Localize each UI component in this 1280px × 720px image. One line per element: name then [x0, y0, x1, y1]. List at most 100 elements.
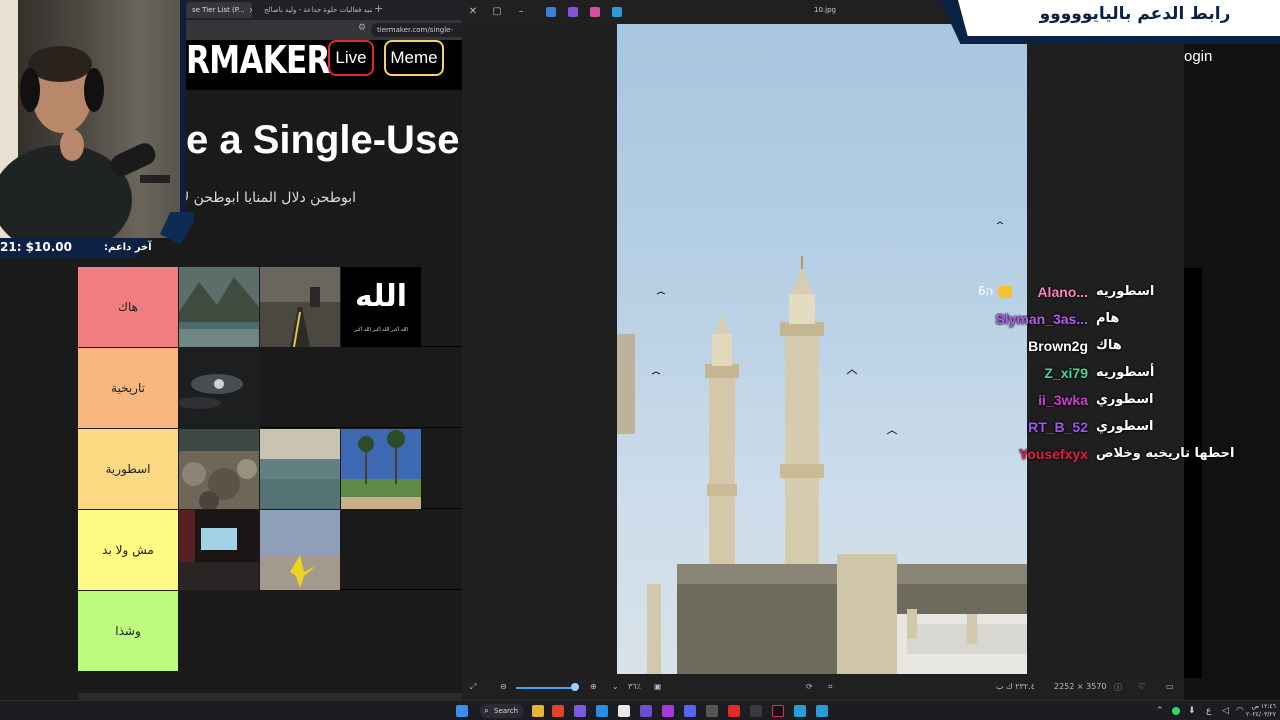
app-icon[interactable]: [574, 705, 586, 717]
tier-label[interactable]: هاك: [78, 267, 178, 347]
webcam-feed: [0, 0, 186, 238]
zoom-out-icon[interactable]: ⊖: [500, 682, 507, 691]
start-icon[interactable]: [456, 705, 468, 717]
tier-list: هاك الله الله أكبر الله أكبر الله أكبر ت…: [78, 267, 462, 675]
zoom-in-icon[interactable]: ⊕: [590, 682, 597, 691]
image-dimensions: 2252 × 3570: [1054, 682, 1107, 691]
streamer-image: [0, 0, 170, 238]
close-icon[interactable]: ✕: [466, 5, 480, 19]
tier-label[interactable]: مش ولا بد: [78, 510, 178, 590]
chat-username: Yousefxyx: [1019, 446, 1088, 462]
url-input[interactable]: tiermaker.com/single-: [371, 23, 462, 37]
site-settings-icon[interactable]: ⚙: [358, 23, 366, 33]
taskbar-clock[interactable]: ١٢:٤٦ ص ٢٠٢٤/٠٣/٢٧: [1246, 703, 1276, 719]
tier-item-sea[interactable]: [260, 429, 340, 509]
zoom-level[interactable]: ٣٦٪: [628, 682, 641, 691]
takbir-text: الله أكبر الله أكبر الله أكبر: [354, 327, 408, 333]
palm-trees-image: [341, 429, 421, 509]
tiktok-icon[interactable]: [772, 705, 784, 717]
tier-item-cinema[interactable]: [179, 510, 259, 590]
photos-app-icon[interactable]: [612, 7, 622, 17]
maximize-icon[interactable]: ▢: [490, 5, 504, 19]
tier-item-flower[interactable]: [260, 510, 340, 590]
tier-row: هاك الله الله أكبر الله أكبر الله أكبر: [78, 267, 462, 347]
tab-label: نشيد فعاليات حلوة جداعة - وليد باصالح: [264, 6, 372, 14]
chat-message: Yousefxyx احطها تاريخيه وخلاص: [968, 442, 1238, 466]
tier-row: مش ولا بد: [78, 510, 462, 590]
chat-message: RT_B_52 اسطوري: [968, 415, 1238, 439]
designer-icon[interactable]: [590, 7, 600, 17]
chat-message: Brown2g هاك: [968, 334, 1238, 358]
tier-item-palms[interactable]: [341, 429, 421, 509]
tier-row: تاريخية: [78, 348, 462, 428]
kaaba-minarets-photo: [617, 24, 1027, 674]
file-explorer-icon[interactable]: [532, 705, 544, 717]
chat-text: هاك: [1096, 338, 1122, 353]
tray-app-icon[interactable]: ع: [1206, 705, 1218, 717]
zoom-slider-knob[interactable]: [571, 683, 579, 691]
obs-icon[interactable]: [662, 705, 674, 717]
onedrive-icon[interactable]: [546, 7, 556, 17]
tier-row: وشذا: [78, 591, 462, 671]
rainy-road-image: [260, 267, 340, 347]
minimize-icon[interactable]: –: [514, 5, 528, 19]
donor-amount: 21: $10.00: [0, 240, 72, 254]
clock-time: ١٢:٤٦ ص: [1251, 703, 1276, 710]
fit-icon[interactable]: ▣: [654, 682, 662, 691]
taskbar: Search ⌃ ⬇ ع ◁ ◠ ١٢:٤٦ ص ٢٠٢٤/٠٣/٢٧: [0, 700, 1280, 720]
webcam-frame: [180, 0, 186, 238]
close-tab-icon[interactable]: ✕: [249, 6, 252, 15]
tier-item-rocks[interactable]: [179, 429, 259, 509]
live-button[interactable]: Live: [328, 40, 374, 76]
chat-username: Brown2g: [1028, 338, 1088, 354]
fullscreen-icon[interactable]: ⤢: [470, 682, 476, 692]
rotate-icon[interactable]: ⟳: [806, 682, 813, 691]
volume-icon[interactable]: ◁: [1222, 705, 1234, 717]
filmstrip-icon[interactable]: ▭: [1166, 682, 1174, 691]
zoom-dropdown-icon[interactable]: ⌄: [612, 682, 619, 691]
chat-username: Z_xi79: [1044, 365, 1088, 381]
night-sky-image: [179, 348, 259, 428]
tier-item-night-moon[interactable]: [179, 348, 259, 428]
tab-tier-list[interactable]: se Tier List (P... ✕: [186, 2, 252, 18]
login-link[interactable]: ogin: [1184, 48, 1212, 65]
photos-taskbar-icon[interactable]: [816, 705, 828, 717]
info-icon[interactable]: ⓘ: [1114, 682, 1122, 693]
crop-icon[interactable]: ⌗: [828, 682, 833, 692]
discord-icon[interactable]: [684, 705, 696, 717]
desktop: se Tier List (P... ✕ نشيد فعاليات حلوة ج…: [0, 0, 1280, 720]
tab-youtube[interactable]: نشيد فعاليات حلوة جداعة - وليد باصالح: [254, 2, 372, 18]
calm-sea-image: [260, 429, 340, 509]
tray-app-icon[interactable]: ⬇: [1188, 705, 1200, 717]
taskbar-search[interactable]: Search: [480, 704, 524, 718]
unranked-strip: [78, 693, 462, 700]
subscriber-badge-icon: [998, 286, 1012, 298]
donor-label: آخر داعم:: [104, 242, 152, 253]
meme-button[interactable]: Meme: [384, 40, 444, 76]
app-icon[interactable]: [794, 705, 806, 717]
favorite-icon[interactable]: ♡: [1138, 682, 1145, 691]
tier-label[interactable]: اسطورية: [78, 429, 178, 509]
file-size: ٢٣٢.٤ ك ب: [996, 682, 1035, 691]
tier-label[interactable]: تاريخية: [78, 348, 178, 428]
tier-label[interactable]: وشذا: [78, 591, 178, 671]
tier-item-mountain-lake[interactable]: [179, 267, 259, 347]
app-icon[interactable]: [640, 705, 652, 717]
new-tab-icon[interactable]: +: [374, 2, 383, 15]
opera-icon[interactable]: [728, 705, 740, 717]
chat-username: RT_B_52: [1028, 419, 1088, 435]
edge-icon[interactable]: [596, 705, 608, 717]
tray-chevron-icon[interactable]: ⌃: [1156, 705, 1168, 717]
site-logo[interactable]: RMAKER: [186, 40, 330, 80]
tier-item-allah-calligraphy[interactable]: الله الله أكبر الله أكبر الله أكبر: [341, 267, 421, 347]
edit-icon[interactable]: [568, 7, 578, 17]
tab-label: se Tier List (P...: [192, 6, 245, 14]
chrome-icon[interactable]: [618, 705, 630, 717]
app-icon[interactable]: [750, 705, 762, 717]
site-header: RMAKER Live Meme: [186, 40, 462, 90]
chat-text: اسطوري: [1096, 392, 1154, 407]
tray-status-icon[interactable]: [1172, 707, 1180, 715]
tier-item-rainy-road[interactable]: [260, 267, 340, 347]
brave-icon[interactable]: [552, 705, 564, 717]
app-icon[interactable]: [706, 705, 718, 717]
